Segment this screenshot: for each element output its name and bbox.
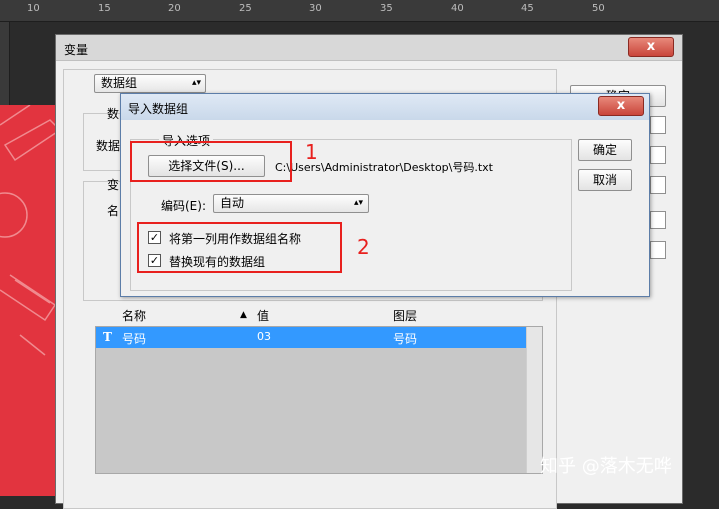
ruler-label: 30 [309,3,322,14]
side-button-edge[interactable] [650,116,666,134]
variables-dialog-title: 变量 [64,43,89,57]
side-button-edge[interactable] [650,241,666,259]
variable-group-label: 变 [107,178,120,192]
ruler-label: 25 [239,3,252,14]
variables-table: T 号码 03 号码 [95,326,543,474]
row-layer: 号码 [393,332,418,346]
horizontal-ruler: 10 15 20 25 30 35 40 45 50 [0,0,719,22]
import-cancel-button[interactable]: 取消 [578,169,632,191]
select-arrows-icon: ▴▾ [191,78,201,88]
variables-close-button[interactable]: x [628,37,674,57]
row-name: 号码 [122,332,147,346]
sort-ascending-icon: ▲ [240,310,247,320]
ruler-label: 40 [451,3,464,14]
name-field-label: 名 [107,204,120,218]
variables-titlebar: 变量 x [56,35,682,61]
canvas-background [683,22,719,496]
encoding-value: 自动 [220,196,245,210]
side-button-edge[interactable] [650,146,666,164]
annotation-number-1: 1 [305,140,318,164]
ruler-label: 50 [592,3,605,14]
table-row[interactable]: T 号码 03 号码 [96,327,526,348]
column-header-value[interactable]: 值 [257,307,269,324]
annotation-box-2 [137,222,342,273]
import-close-button[interactable]: x [598,96,644,116]
ruler-label: 20 [168,3,181,14]
dataset-field-label: 数据 [96,139,121,153]
annotation-number-2: 2 [357,235,370,259]
ruler-label: 15 [98,3,111,14]
ruler-label: 10 [27,3,40,14]
encoding-select[interactable]: 自动 ▴▾ [213,194,369,213]
watermark: 知乎 @落木无哗 [540,456,672,477]
import-ok-button[interactable]: 确定 [578,139,632,161]
table-header: 名称 ▲ 值 图层 [95,304,543,326]
annotation-box-1 [130,141,292,182]
dataset-group-label: 数 [107,107,120,121]
import-dialog-title: 导入数据组 [128,102,189,116]
column-header-layer[interactable]: 图层 [393,307,417,324]
mode-select-value: 数据组 [101,76,138,90]
mode-select[interactable]: 数据组 ▴▾ [94,74,206,93]
row-value: 03 [257,330,271,343]
ruler-label: 45 [521,3,534,14]
side-button-edge[interactable] [650,211,666,229]
side-button-edge[interactable] [650,176,666,194]
select-arrows-icon: ▴▾ [353,198,363,208]
column-header-name[interactable]: 名称 [122,307,146,324]
text-layer-icon: T [103,330,112,344]
encoding-label: 编码(E): [161,199,206,213]
ruler-label: 35 [380,3,393,14]
import-titlebar: 导入数据组 [121,94,649,120]
